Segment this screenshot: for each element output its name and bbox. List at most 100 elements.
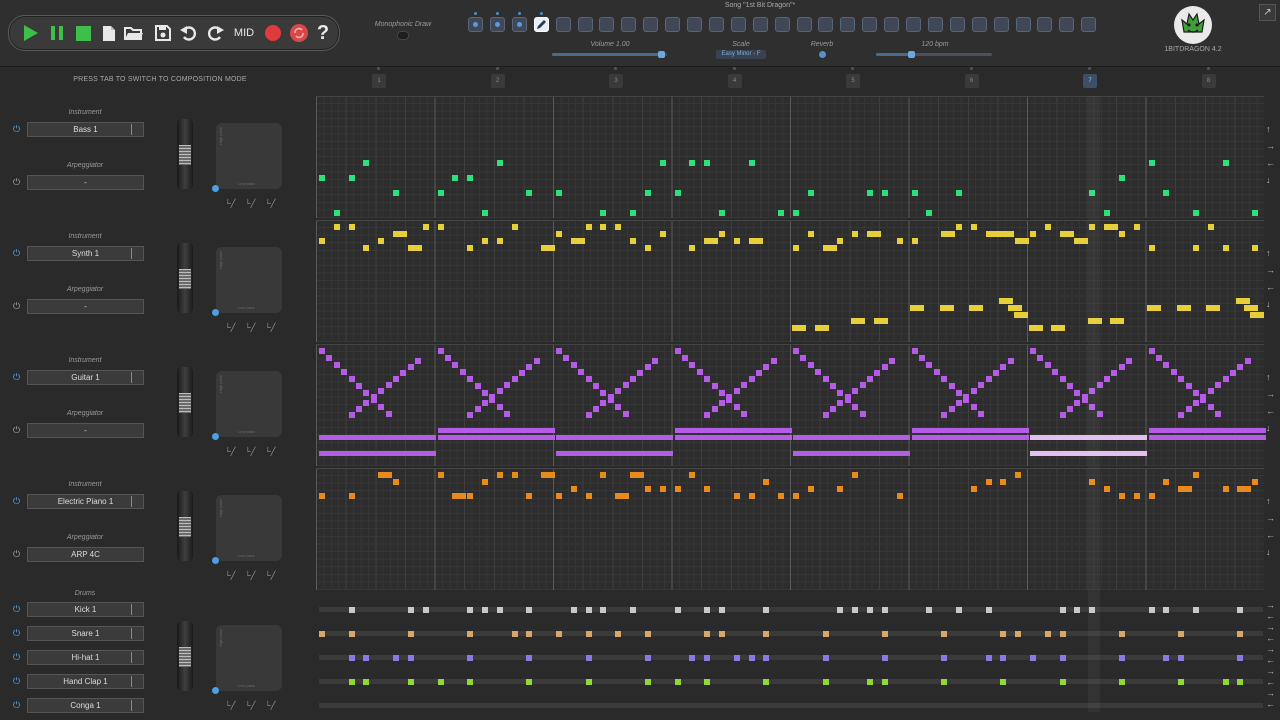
env-decay-icon[interactable]: └╱ [245,571,255,580]
instrument-select[interactable]: Synth 1 [27,246,144,261]
note-cell[interactable] [955,224,962,230]
note-cell[interactable] [704,655,711,661]
note-cell[interactable] [978,382,985,388]
note-cell[interactable] [985,607,992,613]
note-cell[interactable] [918,355,925,361]
note-cell[interactable] [1192,607,1199,613]
note-cell[interactable] [437,348,444,354]
bar-3-button[interactable]: 3 [609,74,623,88]
note-cell[interactable] [1044,631,1051,637]
drum-lane[interactable] [319,703,1263,708]
note-cell[interactable] [1206,305,1220,311]
note-cell[interactable] [1244,358,1251,364]
pattern-slot[interactable] [643,17,659,32]
note-cell[interactable] [889,358,896,364]
note-cell[interactable] [689,245,696,251]
note-cell[interactable] [341,369,348,375]
note-cell[interactable] [867,231,882,237]
note-cell[interactable] [1118,631,1125,637]
note-cell[interactable] [985,376,992,382]
note-cell[interactable] [526,190,533,196]
note-cell[interactable] [467,607,474,613]
bar-2-button[interactable]: 2 [490,74,505,88]
note-cell[interactable] [570,362,577,368]
note-cell[interactable] [852,231,859,237]
note-cell[interactable] [526,655,533,661]
note-cell[interactable] [1059,679,1066,685]
note-cell[interactable] [970,404,977,410]
note-cell[interactable] [1074,400,1081,406]
note-cell[interactable] [652,358,659,364]
note-cell[interactable] [778,210,785,216]
env-attack-icon[interactable]: └╱ [225,447,235,456]
octave-up-icon[interactable]: ↑ [1266,248,1271,258]
note-cell[interactable] [985,231,1000,237]
note-cell[interactable] [585,412,592,418]
note-cell[interactable] [1178,631,1185,637]
note-sustain[interactable] [1148,428,1266,433]
env-decay-icon[interactable]: └╱ [245,199,255,208]
note-cell[interactable] [978,411,985,417]
note-cell[interactable] [859,382,866,388]
reverb-knob[interactable] [819,51,826,58]
note-cell[interactable] [1000,364,1007,370]
note-cell[interactable] [1252,479,1259,485]
note-cell[interactable] [1185,383,1192,389]
note-cell[interactable] [1000,231,1015,237]
note-cell[interactable] [1067,406,1074,412]
note-cell[interactable] [837,390,844,396]
note-cell[interactable] [1163,479,1170,485]
arpeggiator-select[interactable]: - [27,175,144,190]
note-cell[interactable] [407,631,414,637]
note-cell[interactable] [333,210,340,216]
note-cell[interactable] [1215,411,1222,417]
arpeggiator-power-icon[interactable]: ⏻ [12,426,21,435]
note-cell[interactable] [1192,400,1199,406]
note-cell[interactable] [363,390,370,396]
note-cell[interactable] [726,397,733,403]
note-cell[interactable] [556,631,562,637]
pattern-slot[interactable] [949,17,965,32]
pattern-slot[interactable] [752,17,768,32]
note-cell[interactable] [585,607,592,613]
note-cell[interactable] [644,190,651,196]
note-sustain[interactable] [1148,435,1266,440]
note-cell[interactable] [704,631,711,637]
note-cell[interactable] [1074,238,1089,244]
note-cell[interactable] [1044,224,1051,230]
pattern-slot[interactable] [818,17,834,32]
note-cell[interactable] [718,210,725,216]
filter-xy-pad[interactable]: High pass Low pass [216,123,282,189]
note-cell[interactable] [1170,369,1177,375]
drum-select[interactable]: Kick 1 [27,602,144,617]
note-cell[interactable] [926,210,933,216]
note-cell[interactable] [955,190,962,196]
note-cell[interactable] [844,397,851,403]
note-cell[interactable] [1178,679,1185,685]
filter-xy-pad[interactable]: High pass Low pass [216,371,282,437]
shift-right-icon[interactable]: → [1266,600,1275,610]
note-cell[interactable] [526,607,533,613]
shift-right-icon[interactable]: → [1266,141,1275,151]
pattern-slot[interactable] [511,17,527,32]
note-cell[interactable] [378,404,385,410]
note-cell[interactable] [504,411,511,417]
drum-env-decay-icon[interactable]: └╱ [245,701,255,710]
note-cell[interactable] [600,472,607,478]
note-cell[interactable] [1192,245,1199,251]
note-cell[interactable] [1229,370,1236,376]
note-cell[interactable] [881,631,888,637]
pattern-slot[interactable] [489,17,505,32]
instrument-power-icon[interactable]: ⏻ [12,125,21,134]
filter-xy-handle[interactable] [212,185,219,192]
pattern-slot[interactable] [774,17,790,32]
pattern-slot[interactable] [577,17,593,32]
pattern-slot[interactable] [555,17,571,32]
filter-xy-pad[interactable]: High pass Low pass [216,247,282,313]
note-cell[interactable] [496,238,503,244]
note-cell[interactable] [556,190,562,196]
note-cell[interactable] [992,370,999,376]
note-cell[interactable] [851,318,865,324]
note-cell[interactable] [615,388,622,394]
note-cell[interactable] [393,231,408,237]
